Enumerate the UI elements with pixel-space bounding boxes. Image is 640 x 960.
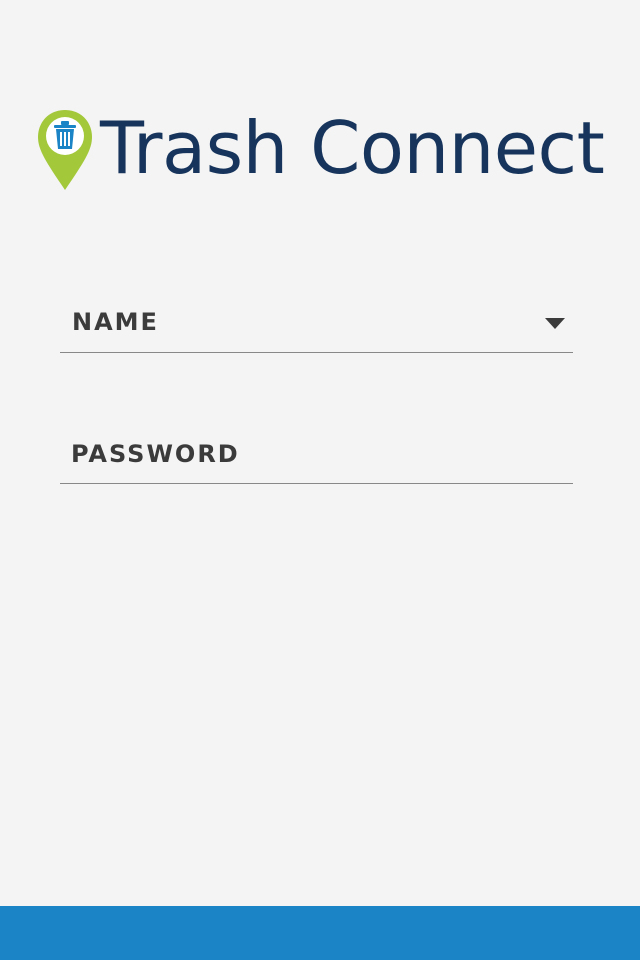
name-dropdown[interactable]: NAME: [60, 297, 573, 353]
app-name: Trash Connect: [100, 106, 605, 190]
chevron-down-icon[interactable]: [545, 318, 565, 330]
password-field[interactable]: PASSWORD: [60, 428, 573, 484]
app-logo: Trash Connect: [36, 108, 616, 198]
footer-bar: [0, 906, 640, 960]
name-field-placeholder: NAME: [72, 308, 159, 336]
trash-pin-icon: [38, 110, 92, 190]
password-field-placeholder: PASSWORD: [71, 440, 240, 468]
